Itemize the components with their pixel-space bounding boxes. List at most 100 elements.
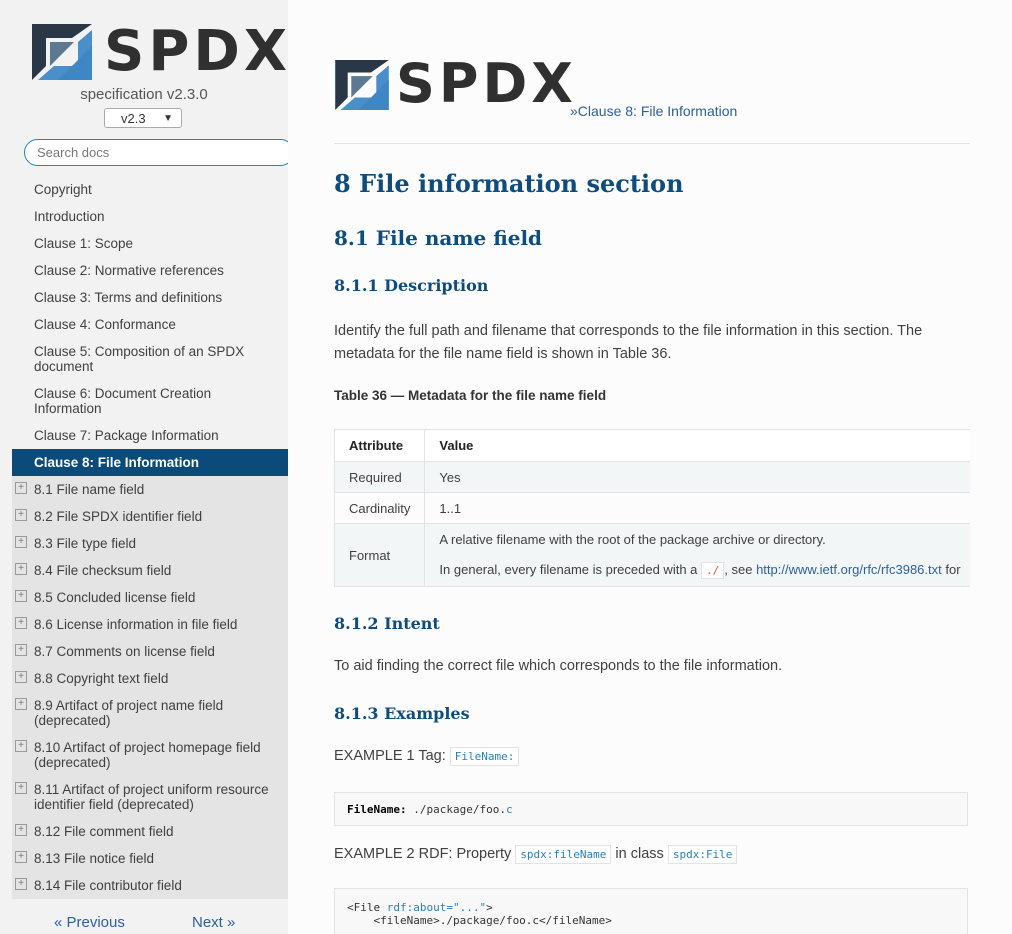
sidebar-item-clause-2[interactable]: Clause 2: Normative references xyxy=(12,257,288,284)
sidebar-subitem-label: 8.13 File notice field xyxy=(34,851,155,866)
sidebar-item-clause-3[interactable]: Clause 3: Terms and definitions xyxy=(12,284,288,311)
sidebar-subitems: +8.1 File name field +8.2 File SPDX iden… xyxy=(12,476,288,899)
sidebar-item-introduction[interactable]: Introduction xyxy=(12,203,288,230)
sidebar-nav: Copyright Introduction Clause 1: Scope C… xyxy=(12,176,288,899)
sidebar-subitem[interactable]: +8.9 Artifact of project name field (dep… xyxy=(12,692,288,734)
version-value: v2.3 xyxy=(121,111,146,126)
table-header: Value xyxy=(424,429,970,462)
inline-code: spdx:fileName xyxy=(515,845,612,864)
table-cell: Format xyxy=(334,523,426,587)
expand-icon[interactable]: + xyxy=(15,509,27,521)
example-text: EXAMPLE 1 Tag: xyxy=(334,748,450,764)
code-text: > xyxy=(486,901,493,914)
expand-icon[interactable]: + xyxy=(15,824,27,836)
table-row: Cardinality 1..1 xyxy=(334,492,970,524)
expand-icon[interactable]: + xyxy=(15,644,27,656)
sidebar-subitem[interactable]: +8.13 File notice field xyxy=(12,845,288,872)
sidebar-subitem[interactable]: +8.8 Copyright text field xyxy=(12,665,288,692)
breadcrumb[interactable]: »Clause 8: File Information xyxy=(570,103,737,119)
table-cell: 1..1 xyxy=(424,492,970,524)
code-attr: rdf:about="..." xyxy=(386,901,487,914)
sidebar-subitem[interactable]: +8.1 File name field xyxy=(12,476,288,503)
sidebar-subitem[interactable]: +8.7 Comments on license field xyxy=(12,638,288,665)
sidebar-subitem-label: 8.12 File comment field xyxy=(34,824,174,839)
section-heading: 8.1 File name field xyxy=(334,226,543,250)
example-text: in class xyxy=(611,846,668,862)
expand-icon[interactable]: + xyxy=(15,482,27,494)
sidebar-subitem[interactable]: +8.11 Artifact of project uniform resour… xyxy=(12,776,288,818)
expand-icon[interactable]: + xyxy=(15,536,27,548)
spdx-logo-icon xyxy=(335,60,389,110)
example-2-label: EXAMPLE 2 RDF: Property spdx:fileName in… xyxy=(334,845,738,864)
code-line: <File rdf:about="..."> xyxy=(347,901,955,914)
metadata-table: Attribute Value Required Yes Cardinality… xyxy=(334,429,970,587)
code-block-2: <File rdf:about="..."> <fileName>./packa… xyxy=(334,888,968,934)
sidebar-subitem-label: 8.9 Artifact of project name field (depr… xyxy=(34,698,224,728)
rfc-link[interactable]: http://www.ietf.org/rfc/rfc3986.txt xyxy=(756,562,942,577)
sidebar-subitem-label: 8.14 File contributor field xyxy=(34,878,182,893)
table-cell: Yes xyxy=(424,461,970,493)
table-header-row: Attribute Value xyxy=(334,429,970,462)
subsection-heading-examples: 8.1.3 Examples xyxy=(334,704,470,723)
expand-icon[interactable]: + xyxy=(15,782,27,794)
sidebar-item-clause-7[interactable]: Clause 7: Package Information xyxy=(12,422,288,449)
expand-icon[interactable]: + xyxy=(15,878,27,890)
sidebar-subitem[interactable]: +8.5 Concluded license field xyxy=(12,584,288,611)
version-select[interactable]: v2.3 ▼ xyxy=(104,108,182,128)
subsection-heading-description: 8.1.1 Description xyxy=(334,276,489,295)
sidebar-item-clause-8[interactable]: Clause 8: File Information xyxy=(12,449,288,476)
code-ext: c xyxy=(505,803,513,816)
code-line: ... xyxy=(347,927,394,934)
expand-icon[interactable]: + xyxy=(15,740,27,752)
search-input[interactable]: Search docs xyxy=(24,139,288,166)
sidebar-item-clause-4[interactable]: Clause 4: Conformance xyxy=(12,311,288,338)
inline-code: ./ xyxy=(701,561,725,579)
sidebar-subitem-label: 8.3 File type field xyxy=(34,536,137,551)
sidebar-subitem[interactable]: +8.3 File type field xyxy=(12,530,288,557)
spec-version-label: specification v2.3.0 xyxy=(80,86,208,103)
sidebar: SPDX specification v2.3.0 v2.3 ▼ Search … xyxy=(0,0,288,934)
previous-button[interactable]: « Previous xyxy=(54,914,125,931)
sidebar-subitem-label: 8.1 File name field xyxy=(34,482,145,497)
sidebar-subitem[interactable]: +8.14 File contributor field xyxy=(12,872,288,899)
table-cell: A relative filename with the root of the… xyxy=(424,523,970,587)
sidebar-subitem[interactable]: +8.6 License information in file field xyxy=(12,611,288,638)
table-caption: Table 36 — Metadata for the file name fi… xyxy=(334,388,607,403)
sidebar-item-clause-6[interactable]: Clause 6: Document Creation Information xyxy=(12,380,288,422)
sidebar-subitem[interactable]: +8.12 File comment field xyxy=(12,818,288,845)
format-text: for xyxy=(941,561,961,577)
code-block-1: FileName: ./package/foo.c xyxy=(334,792,968,826)
sidebar-item-copyright[interactable]: Copyright xyxy=(12,176,288,203)
sidebar-item-clause-5[interactable]: Clause 5: Composition of an SPDX documen… xyxy=(12,338,288,380)
example-text: EXAMPLE 2 RDF: Property xyxy=(334,846,516,862)
sidebar-subitem[interactable]: +8.10 Artifact of project homepage field… xyxy=(12,734,288,776)
sidebar-subitem-label: 8.8 Copyright text field xyxy=(34,671,169,686)
format-line-1: A relative filename with the root of the… xyxy=(439,531,826,547)
page-title: 8 File information section xyxy=(334,169,684,198)
expand-icon[interactable]: + xyxy=(15,851,27,863)
expand-icon[interactable]: + xyxy=(15,698,27,710)
sidebar-item-clause-1[interactable]: Clause 1: Scope xyxy=(12,230,288,257)
table-cell: Required xyxy=(334,461,426,493)
expand-icon[interactable]: + xyxy=(15,617,27,629)
pager: « Previous Next » xyxy=(0,900,288,934)
sidebar-brand: SPDX specification v2.3.0 v2.3 ▼ xyxy=(0,0,288,135)
logo-wordmark: SPDX xyxy=(104,19,288,84)
sidebar-subitem[interactable]: +8.2 File SPDX identifier field xyxy=(12,503,288,530)
table-cell: Cardinality xyxy=(334,492,426,524)
expand-icon[interactable]: + xyxy=(15,590,27,602)
code-value: ./package/foo. xyxy=(406,803,506,816)
description-paragraph: Identify the full path and filename that… xyxy=(334,323,923,362)
example-1-label: EXAMPLE 1 Tag: FileName: xyxy=(334,747,520,766)
table-row: Required Yes xyxy=(334,461,970,493)
code-text: <File xyxy=(347,901,387,914)
expand-icon[interactable]: + xyxy=(15,563,27,575)
sidebar-subitem[interactable]: +8.4 File checksum field xyxy=(12,557,288,584)
chevron-down-icon: ▼ xyxy=(163,113,173,124)
table-header: Attribute xyxy=(334,429,426,462)
inline-code: FileName: xyxy=(449,747,520,766)
next-button[interactable]: Next » xyxy=(192,914,235,931)
expand-icon[interactable]: + xyxy=(15,671,27,683)
sidebar-subitem-label: 8.7 Comments on license field xyxy=(34,644,215,659)
sidebar-subitem-label: 8.4 File checksum field xyxy=(34,563,172,578)
